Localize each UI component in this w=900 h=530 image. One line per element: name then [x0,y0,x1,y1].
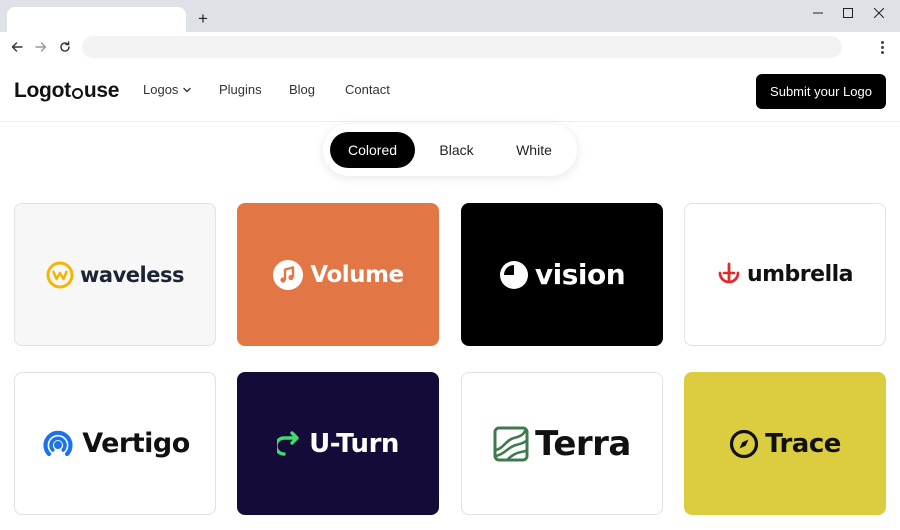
reload-icon[interactable] [56,38,74,56]
logo-umbrella: umbrella [717,261,854,289]
brand-logo[interactable]: Logo t use [14,79,119,103]
filter-colored[interactable]: Colored [330,132,415,168]
browser-toolbar [0,32,900,62]
logo-card-u-turn[interactable]: U-Turn [237,372,439,515]
compass-icon [729,429,759,459]
music-note-icon [272,259,304,291]
browser-tab-strip: + [0,0,900,33]
signal-icon [40,426,76,462]
logo-waveless: waveless [46,261,184,289]
main-nav: Logos Plugins Blog Contact [143,82,390,97]
logo-card-vertigo[interactable]: Vertigo [14,372,216,515]
site-header: Logo t use Logos Plugins Blog Contact Su… [0,62,900,122]
logo-card-volume[interactable]: Volume [237,203,439,346]
browser-tab[interactable] [7,7,186,33]
submit-logo-button[interactable]: Submit your Logo [756,74,886,109]
nav-logos-label: Logos [143,82,179,97]
color-filter-toggle: Colored Black White [323,124,577,176]
logo-volume: Volume [272,259,404,291]
brand-o-ring-icon [71,87,83,99]
logo-card-trace[interactable]: Trace [684,372,886,515]
logo-terra-text: Terra [535,423,631,464]
logo-u-turn: U-Turn [277,429,399,459]
new-tab-button[interactable]: + [193,9,213,29]
nav-item-blog[interactable]: Blog [289,82,345,97]
filter-white[interactable]: White [498,132,570,168]
logo-trace: Trace [729,429,841,459]
terrain-tile-icon [493,426,529,462]
brand-text-logo: Logo [14,79,65,102]
forward-arrow-icon[interactable] [32,38,50,56]
nav-item-logos[interactable]: Logos [143,82,219,97]
logo-trace-text: Trace [765,428,841,459]
brand-text-t: t [64,79,71,102]
logo-card-waveless[interactable]: waveless [14,203,216,346]
nav-item-plugins[interactable]: Plugins [219,82,289,97]
back-arrow-icon[interactable] [8,38,26,56]
logo-umbrella-text: umbrella [746,262,854,287]
nav-item-contact[interactable]: Contact [345,82,390,97]
address-bar[interactable] [82,36,842,58]
logo-vertigo-text: Vertigo [82,428,190,459]
wave-circle-icon [46,261,74,289]
brand-text-use: use [83,79,120,102]
filter-black[interactable]: Black [419,132,494,168]
umbrella-icon [717,261,741,289]
u-turn-arrow-icon [277,430,303,458]
logo-u-turn-text: U-Turn [309,428,399,459]
minimize-icon[interactable] [803,3,833,23]
eye-circle-icon [499,260,529,290]
logo-terra: Terra [493,424,631,464]
logo-card-umbrella[interactable]: umbrella [684,203,886,346]
logo-vision: vision [499,258,626,291]
logo-card-terra[interactable]: Terra [461,372,663,515]
logo-card-vision[interactable]: vision [461,203,663,346]
close-icon[interactable] [864,3,894,23]
logo-volume-text: Volume [310,261,404,288]
kebab-menu-icon[interactable] [874,38,890,56]
logo-waveless-text: waveless [80,262,184,287]
logo-vertigo: Vertigo [40,426,190,462]
logo-vision-text: vision [534,258,626,291]
chevron-down-icon [183,87,192,93]
maximize-icon[interactable] [833,3,863,23]
